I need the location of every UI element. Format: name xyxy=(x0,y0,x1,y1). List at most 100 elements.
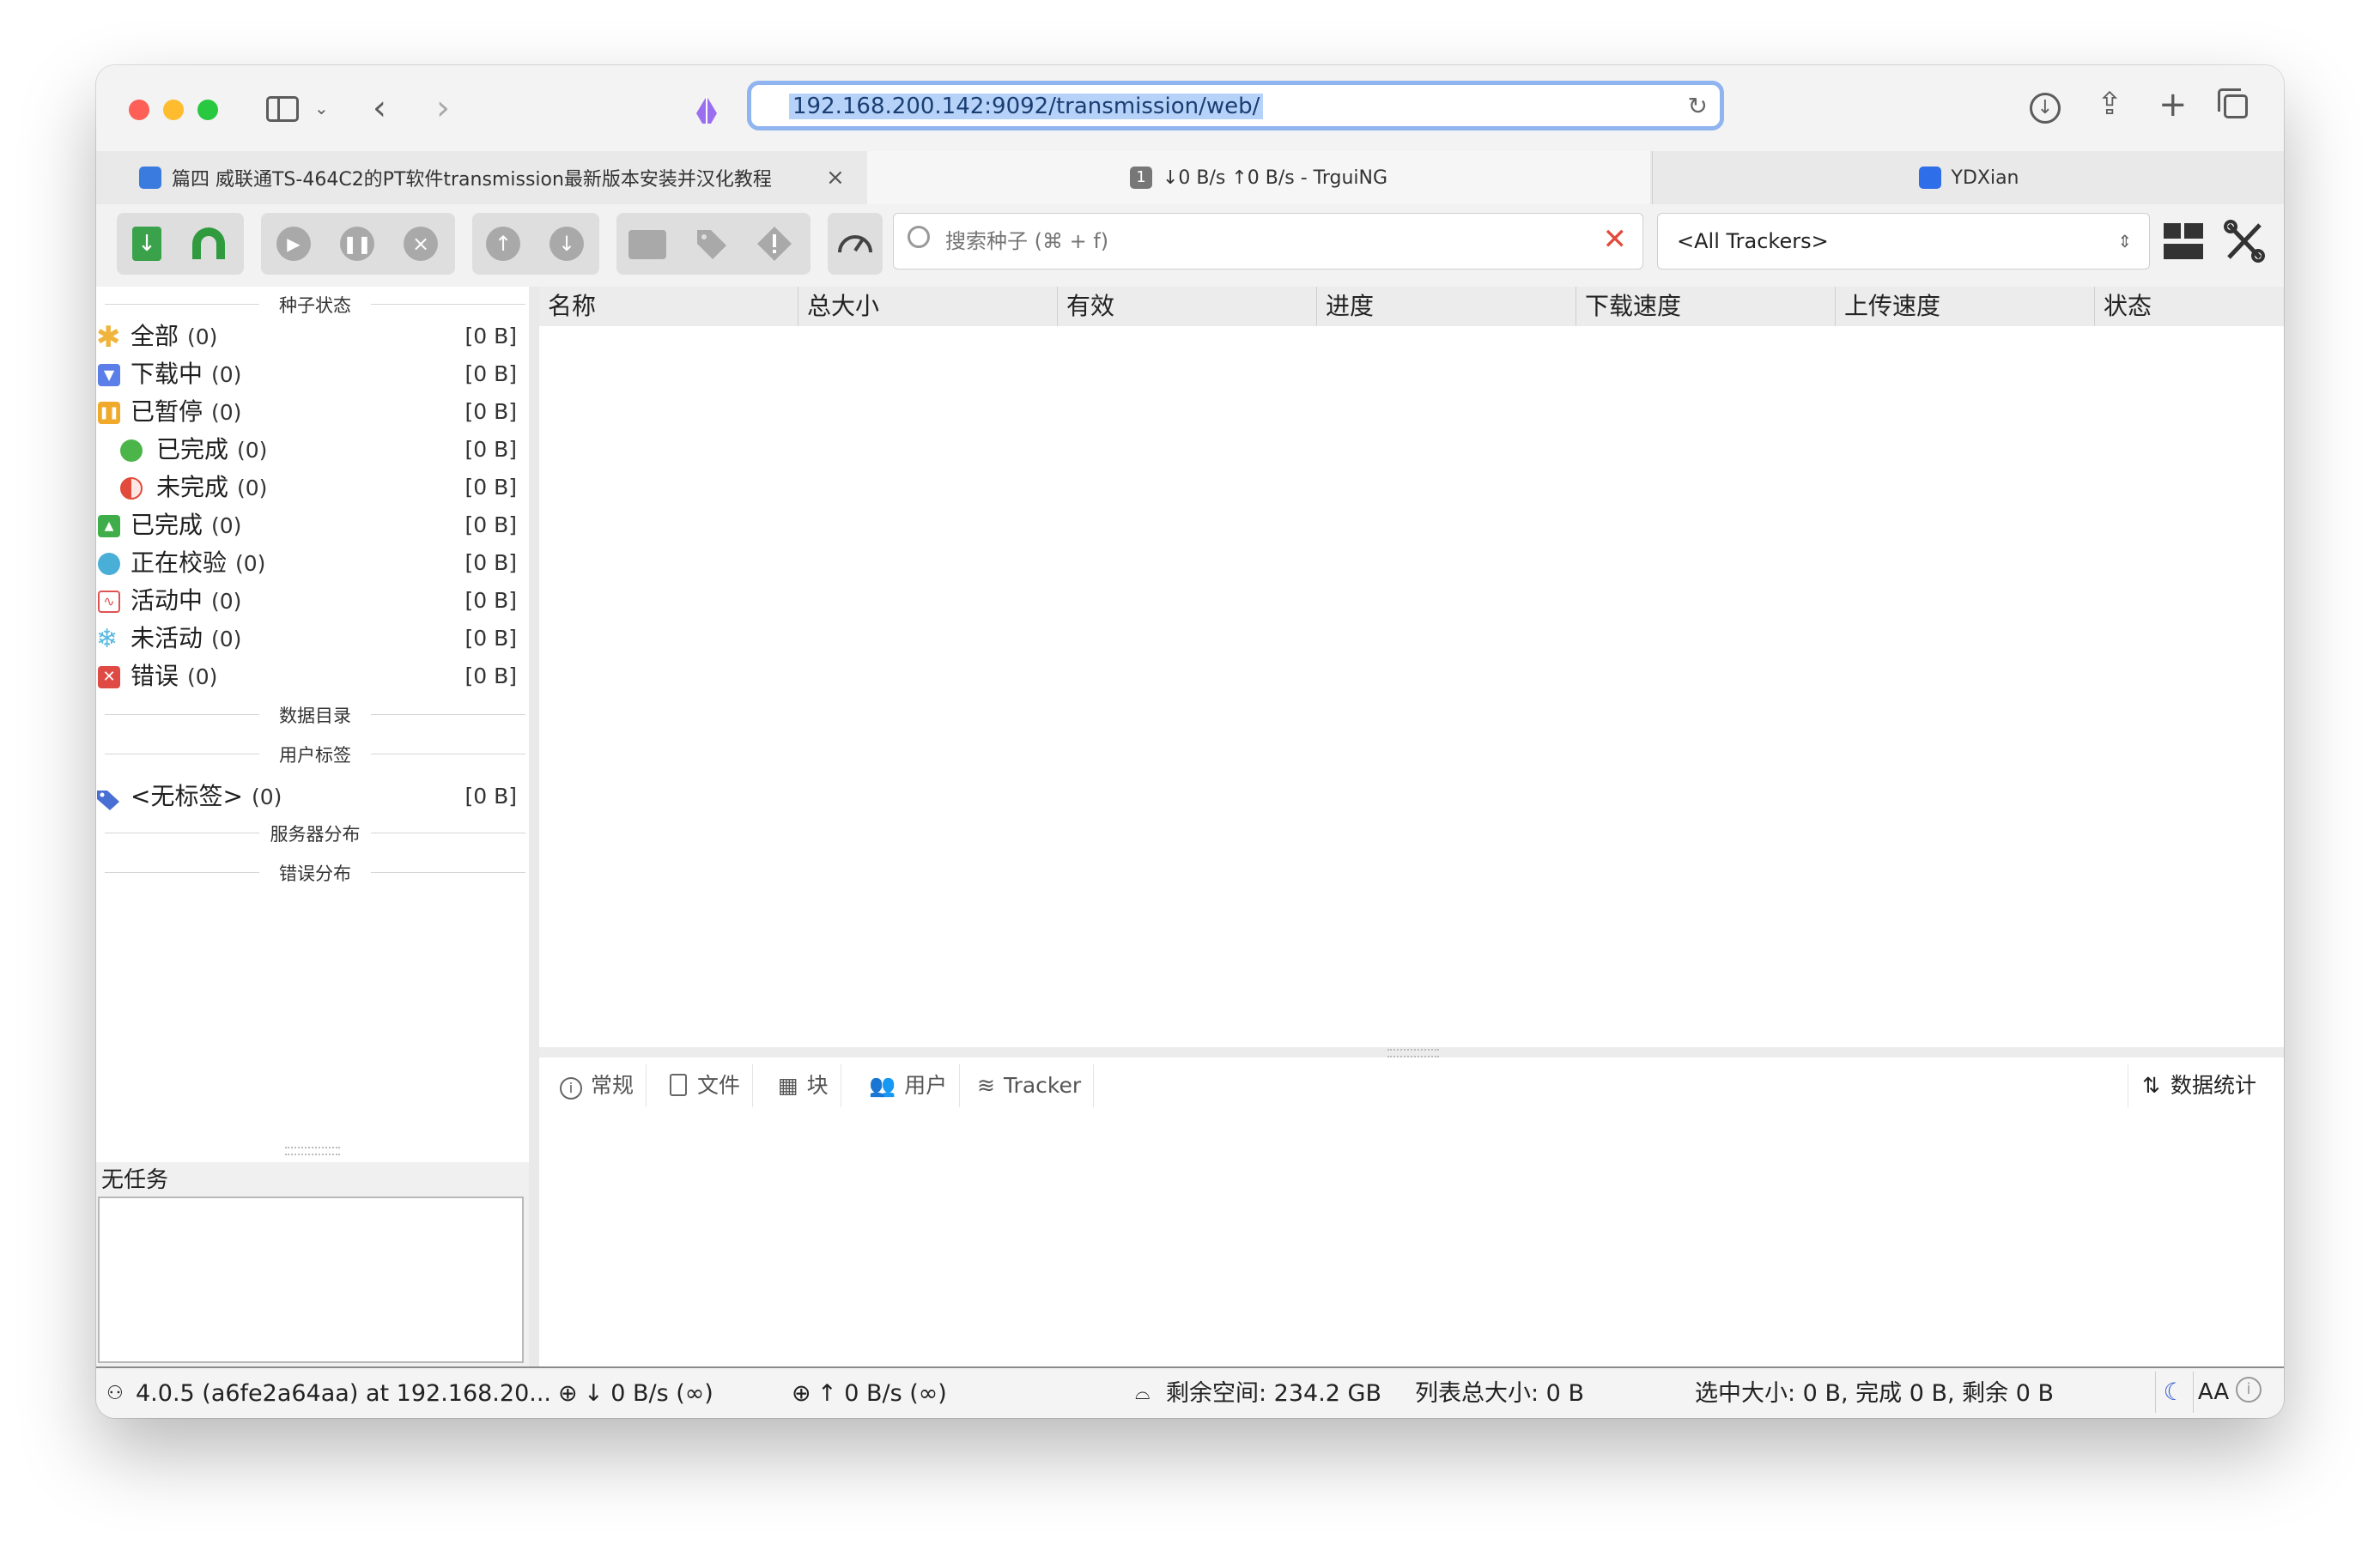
filter-checking[interactable]: 正在校验 (0) [0 B] xyxy=(96,546,525,580)
filter-size: [0 B] xyxy=(464,361,517,386)
speedometer-icon[interactable] xyxy=(836,225,874,263)
extension-icon[interactable] xyxy=(694,94,719,125)
tracker-filter-select[interactable]: <All Trackers> ⇕ xyxy=(1657,213,2150,270)
remove-icon[interactable]: × xyxy=(404,227,438,261)
wifi-icon: ≋ xyxy=(977,1073,995,1098)
stats-label: 数据统计 xyxy=(2170,1073,2256,1098)
torrent-list[interactable] xyxy=(539,326,2284,1047)
zoom-window-button[interactable] xyxy=(197,100,218,120)
filter-size: [0 B] xyxy=(464,324,517,348)
label-tag-icon xyxy=(96,786,119,810)
filter-no-label[interactable]: <无标签> (0) [0 B] xyxy=(96,779,525,814)
pause-icon[interactable]: ❚❚ xyxy=(340,227,374,261)
add-torrent-icon[interactable]: ↓ xyxy=(132,227,161,261)
close-tab-button[interactable]: × xyxy=(826,151,852,204)
move-down-icon[interactable]: ↓ xyxy=(549,227,584,261)
search-box[interactable]: ✕ xyxy=(893,213,1643,270)
filter-size: [0 B] xyxy=(464,550,517,575)
filter-size: [0 B] xyxy=(464,512,517,537)
url-text[interactable]: 192.168.200.142:9092/transmission/web/ xyxy=(789,94,1264,119)
error-icon: ✕ xyxy=(98,666,120,688)
filter-error[interactable]: ✕ 错误 (0) [0 B] xyxy=(96,659,525,694)
close-window-button[interactable] xyxy=(129,100,149,120)
address-bar[interactable]: 192.168.200.142:9092/transmission/web/ ↻ xyxy=(747,81,1724,130)
upload-speed[interactable]: ↑ 0 B/s (∞) xyxy=(817,1377,947,1411)
tab-label: Tracker xyxy=(1003,1073,1082,1098)
sort-arrows-icon: ⇅ xyxy=(2142,1073,2160,1098)
settings-icon[interactable] xyxy=(2224,220,2265,263)
column-size[interactable]: 总大小 xyxy=(798,287,1058,326)
version-info: 4.0.5 (a6fe2a64aa) at 192.168.20... xyxy=(136,1380,551,1407)
downloads-icon[interactable]: ↓ xyxy=(2030,93,2061,124)
filter-all[interactable]: ✱ 全部 (0) [0 B] xyxy=(96,319,525,354)
detail-content xyxy=(539,1112,2284,1366)
info-icon: i xyxy=(560,1077,582,1100)
filter-active[interactable]: ∿ 活动中 (0) [0 B] xyxy=(96,584,525,618)
file-icon xyxy=(670,1074,687,1096)
tab-trguing[interactable]: 1 ↓0 B/s ↑0 B/s - TrguiNG xyxy=(867,151,1650,204)
filter-completed[interactable]: ▲ 已完成 (0) [0 B] xyxy=(96,508,525,542)
torrent-panel: 名称 总大小 有效 进度 下载速度 上传速度 状态 i 常规 文件 ▦ 块 👥 用户 … xyxy=(539,287,2284,1366)
labels-section-header: 用户标签 xyxy=(105,742,525,766)
tab-label: 常规 xyxy=(591,1073,634,1098)
horizontal-splitter[interactable] xyxy=(539,1047,2284,1057)
download-speed[interactable]: ↓ 0 B/s (∞) xyxy=(584,1377,713,1411)
column-status[interactable]: 状态 xyxy=(2095,287,2284,326)
tag-icon[interactable] xyxy=(695,228,728,261)
status-section-header: 种子状态 xyxy=(105,292,525,316)
table-header: 名称 总大小 有效 进度 下载速度 上传速度 状态 xyxy=(539,287,2284,327)
tab-article[interactable]: 篇四 威联通TS-464C2的PT软件transmission最新版本安装并汉化… xyxy=(96,151,826,204)
filter-paused-incomplete[interactable]: 未完成 (0) [0 B] xyxy=(96,470,525,505)
move-up-icon[interactable]: ↑ xyxy=(486,227,520,261)
reload-icon[interactable]: ↻ xyxy=(1688,92,1708,120)
layout-icon[interactable] xyxy=(2164,221,2203,261)
share-icon[interactable]: ⇪ xyxy=(2097,89,2122,120)
search-input[interactable] xyxy=(944,222,1582,260)
vertical-splitter[interactable] xyxy=(529,287,539,1366)
filter-downloading[interactable]: ▼ 下载中 (0) [0 B] xyxy=(96,357,525,391)
tab-pieces[interactable]: ▦ 块 xyxy=(764,1064,841,1107)
filter-paused-complete[interactable]: 已完成 (0) [0 B] xyxy=(96,433,525,467)
clear-search-icon[interactable]: ✕ xyxy=(1603,222,1628,257)
filter-count: (0) xyxy=(211,589,242,614)
column-valid[interactable]: 有效 xyxy=(1058,287,1317,326)
info-icon[interactable]: i xyxy=(2236,1377,2262,1403)
tab-ydxian[interactable]: YDXian xyxy=(1652,151,2284,204)
back-button[interactable]: ‹ xyxy=(373,91,386,125)
tab-general[interactable]: i 常规 xyxy=(546,1064,647,1107)
folder-icon[interactable] xyxy=(628,230,666,259)
stats-button[interactable]: ⇅ 数据统计 xyxy=(2128,1064,2268,1107)
asterisk-icon: ✱ xyxy=(96,320,121,354)
status-bar: ⚇ 4.0.5 (a6fe2a64aa) at 192.168.20... ⊕ … xyxy=(96,1366,2284,1418)
minimize-window-button[interactable] xyxy=(163,100,184,120)
filter-label: 全部 xyxy=(131,322,179,350)
tab-overview-icon[interactable] xyxy=(2218,88,2248,118)
chevron-down-icon[interactable]: ⌄ xyxy=(314,100,329,117)
filter-paused[interactable]: ❚❚ 已暂停 (0) [0 B] xyxy=(96,395,525,429)
font-size-toggle[interactable]: AA xyxy=(2193,1372,2233,1413)
column-progress[interactable]: 进度 xyxy=(1317,287,1576,326)
tab-files[interactable]: 文件 xyxy=(656,1064,754,1107)
priority-icon[interactable] xyxy=(756,225,793,263)
filter-label: 活动中 xyxy=(131,586,203,615)
column-upload-speed[interactable]: 上传速度 xyxy=(1836,287,2095,326)
filter-inactive[interactable]: ❄ 未活动 (0) [0 B] xyxy=(96,621,525,656)
new-tab-icon[interactable]: + xyxy=(2158,88,2188,122)
free-space: 剩余空间: 234.2 GB xyxy=(1166,1380,1382,1407)
start-icon[interactable]: ▶ xyxy=(276,227,311,261)
column-name[interactable]: 名称 xyxy=(539,287,798,326)
sidebar-toggle-icon[interactable] xyxy=(266,96,299,122)
filter-sidebar: 种子状态 ✱ 全部 (0) [0 B] ▼ 下载中 (0) [0 B] ❚❚ 已暂停… xyxy=(96,287,530,1366)
sidebar-resize-handle[interactable] xyxy=(285,1147,340,1155)
filter-label: 下载中 xyxy=(131,360,203,388)
filter-size: [0 B] xyxy=(464,437,517,462)
tab-peers[interactable]: 👥 用户 xyxy=(855,1064,961,1107)
tab-bar: 篇四 威联通TS-464C2的PT软件transmission最新版本安装并汉化… xyxy=(96,151,2284,205)
moon-icon[interactable]: ☾ xyxy=(2155,1372,2192,1413)
forward-button[interactable]: › xyxy=(436,91,450,125)
tab-trackers[interactable]: ≋ Tracker xyxy=(963,1064,1095,1107)
filter-size: [0 B] xyxy=(464,399,517,424)
column-download-speed[interactable]: 下载速度 xyxy=(1576,287,1836,326)
add-magnet-icon[interactable] xyxy=(189,227,228,261)
grid-icon: ▦ xyxy=(778,1073,798,1098)
